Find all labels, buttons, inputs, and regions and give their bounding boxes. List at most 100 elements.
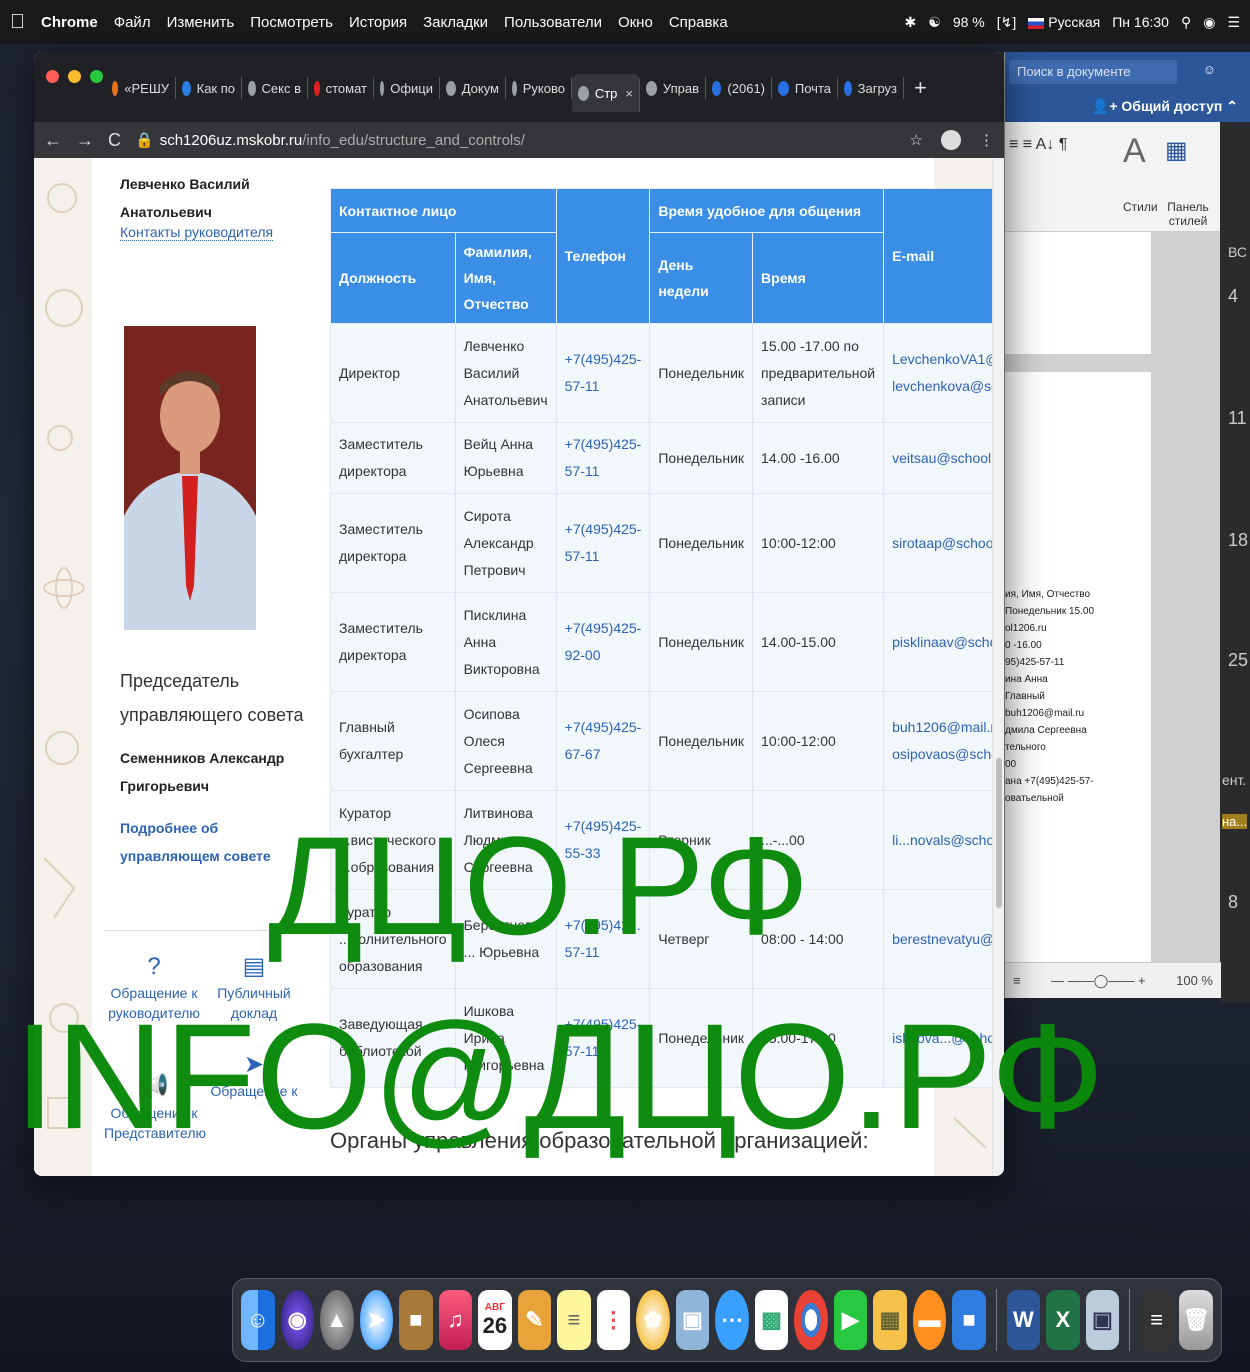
chrome-icon[interactable] bbox=[794, 1290, 828, 1350]
cell-email[interactable]: buh1206@mail.ru osipovaos@school1206.ru bbox=[883, 691, 1004, 791]
menu-view[interactable]: Посмотреть bbox=[250, 14, 333, 31]
reminders-icon[interactable]: ⋮ bbox=[596, 1290, 631, 1350]
notes-icon[interactable]: ≡ bbox=[557, 1290, 591, 1350]
trash-icon[interactable]: 🗑 bbox=[1179, 1290, 1213, 1350]
browser-tab[interactable]: Стр × bbox=[572, 74, 640, 112]
styles-pane-icon[interactable]: ▦ bbox=[1165, 136, 1188, 165]
apple-icon[interactable]:  bbox=[10, 11, 25, 34]
bookmark-star-icon[interactable]: ☆ bbox=[910, 131, 923, 149]
cell-phone[interactable]: +7(495)425-57-11 bbox=[555, 422, 651, 494]
clock[interactable]: Пн 16:30 bbox=[1112, 14, 1169, 30]
menu-bookmarks[interactable]: Закладки bbox=[423, 14, 488, 31]
siri-icon[interactable]: ◉ bbox=[280, 1290, 315, 1350]
safari-icon[interactable]: ➤ bbox=[359, 1290, 394, 1350]
browser-tab[interactable]: Руково bbox=[506, 77, 572, 99]
doc-line: 95)425-57-11 bbox=[1005, 657, 1065, 668]
styles-icon[interactable]: A bbox=[1123, 132, 1146, 171]
browser-tab[interactable]: Загруз bbox=[838, 77, 904, 99]
excel-icon[interactable]: X bbox=[1046, 1290, 1080, 1350]
spotlight-search-icon[interactable]: ⚲ bbox=[1181, 14, 1191, 31]
new-tab-button[interactable]: + bbox=[914, 75, 927, 101]
word-search-input[interactable]: Поиск в документе bbox=[1009, 60, 1177, 84]
browser-tab[interactable]: Докум bbox=[440, 77, 506, 99]
battery-icon[interactable]: [↯] bbox=[997, 14, 1017, 31]
facetime-icon[interactable]: ▶ bbox=[833, 1290, 868, 1350]
styles-button[interactable]: Стили bbox=[1123, 200, 1158, 214]
menu-file[interactable]: Файл bbox=[114, 14, 151, 31]
browser-tab[interactable]: Секс в bbox=[242, 77, 308, 99]
minimize-window-button[interactable] bbox=[68, 70, 81, 83]
cell-email[interactable]: li...novals@school1206.ru bbox=[883, 790, 1004, 890]
preview-icon[interactable]: ▣ bbox=[675, 1290, 710, 1350]
cell-time: 14.00 -16.00 bbox=[752, 422, 885, 494]
wifi-icon[interactable]: ☯ bbox=[928, 14, 941, 31]
cell-email[interactable]: sirotaap@school1206.ru bbox=[883, 493, 1004, 593]
notification-center-icon[interactable]: ☰ bbox=[1227, 14, 1240, 31]
cell-phone[interactable]: +7(495)425-67-67 bbox=[555, 691, 651, 791]
zoom-window-button[interactable] bbox=[90, 70, 103, 83]
zoom-level[interactable]: 100 % bbox=[1176, 973, 1213, 988]
browser-tab[interactable]: Почта bbox=[772, 77, 838, 99]
browser-tab[interactable]: «РЕШУ bbox=[106, 77, 176, 99]
cell-email[interactable]: LevchenkoVA1@edu.mos.ru levchenkova@scho… bbox=[883, 323, 1004, 423]
cell-time: 14.00-15.00 bbox=[752, 592, 885, 692]
cell-phone[interactable]: +7(495)425-57-11 bbox=[555, 323, 651, 423]
browser-tab[interactable]: (2061) bbox=[706, 77, 772, 99]
menu-people[interactable]: Пользователи bbox=[504, 14, 602, 31]
cell-phone[interactable]: +7(495)425-57-11 bbox=[555, 493, 651, 593]
cell-email[interactable]: pisklinaav@school1206.ru bbox=[883, 592, 1004, 692]
photos-icon[interactable]: ✿ bbox=[636, 1290, 670, 1350]
close-window-button[interactable] bbox=[46, 70, 59, 83]
browser-tab[interactable]: Офици bbox=[374, 77, 440, 99]
word-icon[interactable]: W bbox=[1006, 1290, 1041, 1350]
forward-icon[interactable]: → bbox=[76, 130, 94, 151]
reload-icon[interactable]: C bbox=[108, 130, 121, 151]
cell-day: Понедельник bbox=[649, 422, 754, 494]
numbers-icon[interactable]: ▩ bbox=[754, 1290, 789, 1350]
browser-tab[interactable]: Управ bbox=[640, 77, 706, 99]
finder-icon[interactable]: ☺ bbox=[241, 1290, 275, 1350]
cell-email[interactable]: berestnevatyu@school1206.ru bbox=[883, 889, 1004, 989]
menu-history[interactable]: История bbox=[349, 14, 407, 31]
chrome-menu-icon[interactable]: ⋮ bbox=[979, 131, 994, 149]
bluetooth-icon[interactable]: ✱ bbox=[905, 14, 917, 31]
keynote-presenter-icon[interactable]: ■ bbox=[952, 1290, 986, 1350]
calendar-icon[interactable]: АВГ 26 bbox=[478, 1290, 512, 1350]
siri-icon[interactable]: ◉ bbox=[1203, 14, 1215, 31]
back-icon[interactable]: ← bbox=[44, 130, 62, 151]
menu-edit[interactable]: Изменить bbox=[167, 14, 235, 31]
styles-pane-button[interactable]: Панель стилей bbox=[1163, 200, 1213, 228]
cell-phone[interactable]: +7(495)425-92-00 bbox=[555, 592, 651, 692]
council-role: Председатель управляющего совета bbox=[120, 671, 304, 725]
profile-avatar[interactable] bbox=[941, 130, 961, 150]
music-icon[interactable]: ♫ bbox=[438, 1290, 473, 1350]
calculator-icon[interactable]: ▦ bbox=[873, 1290, 907, 1350]
launchpad-icon[interactable]: ▲ bbox=[320, 1290, 354, 1350]
list-format-icons[interactable]: ≡ ≡ A↓ ¶ bbox=[1009, 136, 1067, 154]
messages-icon[interactable]: ⋯ bbox=[715, 1290, 749, 1350]
input-language[interactable]: Русская bbox=[1028, 14, 1100, 30]
address-bar[interactable]: sch1206uz.mskobr.ru/info_edu/structure_a… bbox=[160, 132, 525, 149]
downloads-stack-icon[interactable]: ≡ bbox=[1139, 1290, 1174, 1350]
zoom-slider[interactable]: — ——◯—— + bbox=[1051, 973, 1145, 988]
browser-tab[interactable]: Как по bbox=[176, 77, 242, 99]
battery-percent[interactable]: 98 % bbox=[953, 14, 985, 30]
keynote-icon[interactable]: ✎ bbox=[517, 1290, 552, 1350]
cell-email[interactable]: veitsau@school1206.ru bbox=[883, 422, 1004, 494]
books-icon[interactable]: ▬ bbox=[912, 1290, 947, 1350]
close-tab-icon[interactable]: × bbox=[625, 86, 633, 101]
menu-app-chrome[interactable]: Chrome bbox=[41, 14, 98, 31]
menu-help[interactable]: Справка bbox=[669, 14, 728, 31]
share-button[interactable]: 👤+ Общий доступ ⌃ bbox=[1092, 98, 1238, 115]
smiley-icon[interactable]: ☺ bbox=[1203, 62, 1216, 77]
share-label: Общий доступ bbox=[1121, 98, 1223, 114]
macos-dock: ☺ ◉ ▲ ➤ ■ ♫ АВГ 26 ✎ ≡ ⋮ ✿ ▣ ⋯ ▩ ▶ ▦ ▬ ■ … bbox=[232, 1278, 1222, 1362]
menu-window[interactable]: Окно bbox=[618, 14, 653, 31]
scrollbar-thumb[interactable] bbox=[996, 758, 1002, 908]
view-mode-icon[interactable]: ≡ bbox=[1013, 973, 1021, 988]
leader-contacts-link[interactable]: Контакты руководителя bbox=[120, 224, 274, 241]
preview-doc-icon[interactable]: ▣ bbox=[1085, 1290, 1120, 1350]
browser-tab[interactable]: стомат bbox=[308, 77, 374, 99]
contacts-icon[interactable]: ■ bbox=[399, 1290, 433, 1350]
calendar-event[interactable]: на... bbox=[1222, 814, 1248, 829]
